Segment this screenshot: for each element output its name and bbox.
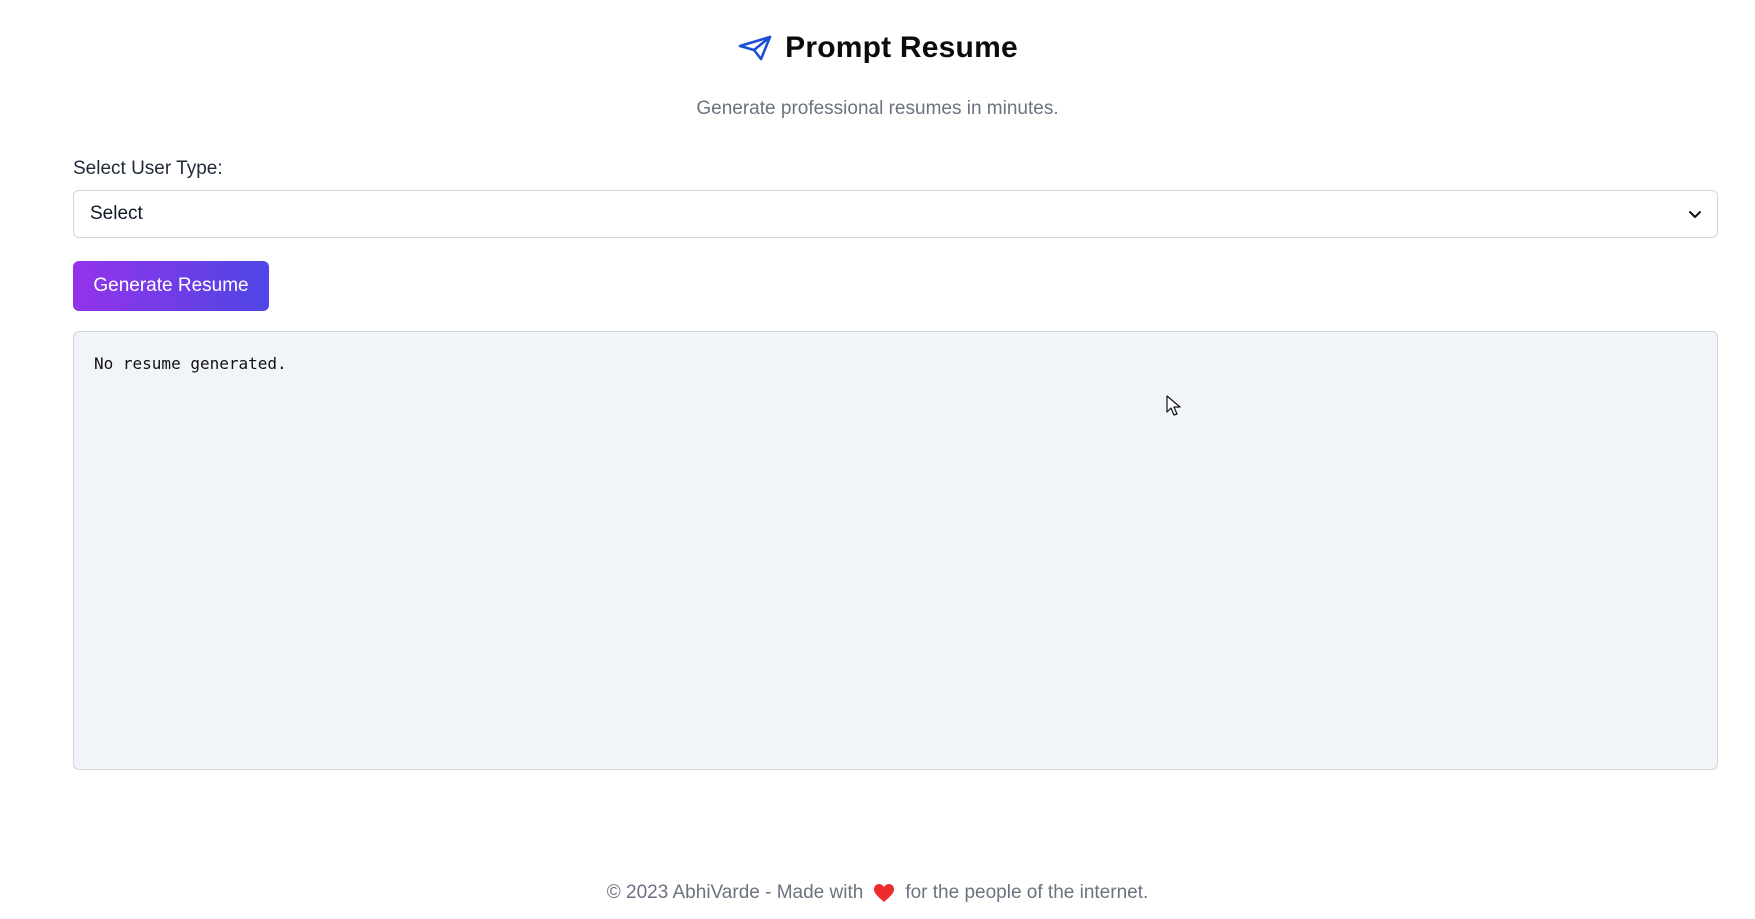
footer: © 2023 AbhiVarde - Made with for the peo… xyxy=(0,882,1755,904)
user-type-selected-value: Select xyxy=(90,203,143,224)
chevron-down-icon xyxy=(1687,206,1703,222)
page: Prompt Resume Generate professional resu… xyxy=(0,0,1755,919)
app-title: Prompt Resume xyxy=(785,31,1018,64)
footer-text-before: © 2023 AbhiVarde - Made with xyxy=(606,882,864,903)
heart-icon xyxy=(873,883,895,903)
resume-output-area[interactable]: No resume generated. xyxy=(73,331,1718,770)
generate-resume-button[interactable]: Generate Resume xyxy=(73,261,269,311)
mouse-cursor-icon xyxy=(1165,395,1183,417)
resume-output-text: No resume generated. xyxy=(94,354,287,373)
user-type-select[interactable]: Select xyxy=(73,190,1718,238)
user-type-label: Select User Type: xyxy=(73,158,223,179)
app-subtitle: Generate professional resumes in minutes… xyxy=(696,98,1059,119)
app-header: Prompt Resume xyxy=(0,30,1755,66)
footer-text-after: for the people of the internet. xyxy=(905,882,1149,903)
paper-plane-icon xyxy=(737,30,773,66)
